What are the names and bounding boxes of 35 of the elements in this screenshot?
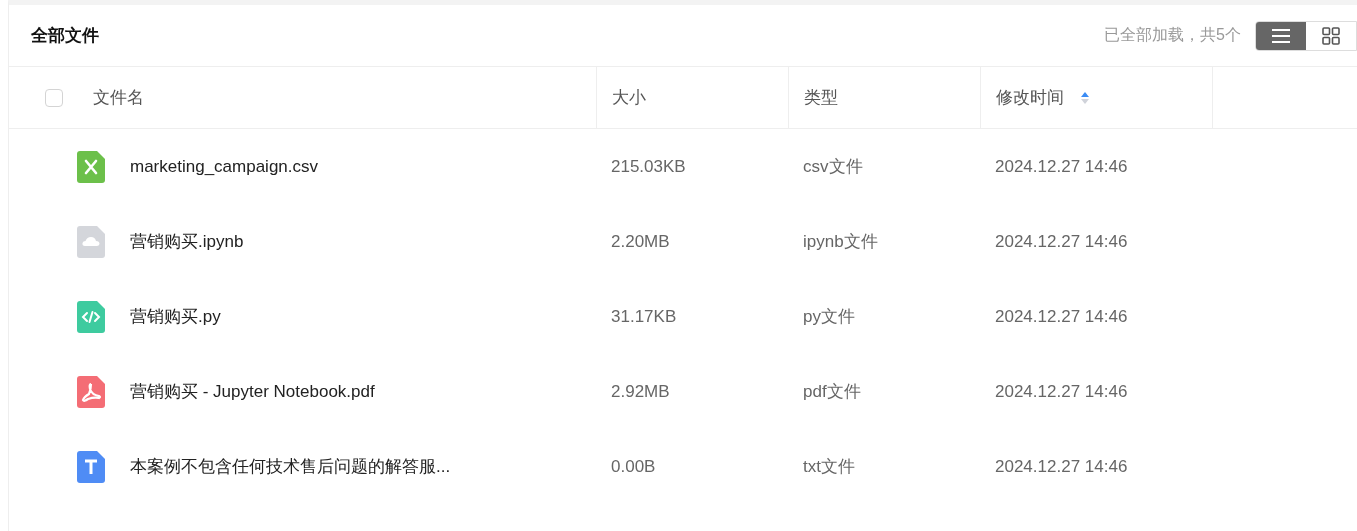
file-size: 2.20MB (611, 231, 670, 252)
list-view-button[interactable] (1256, 21, 1306, 50)
text-file-icon (77, 450, 105, 483)
file-size: 31.17KB (611, 306, 677, 327)
grid-icon (1322, 26, 1340, 45)
file-name[interactable]: marketing_campaign.csv (130, 156, 319, 177)
file-name[interactable]: 营销购买.ipynb (130, 230, 244, 253)
modified-time: 2024.12.27 14:46 (995, 231, 1128, 252)
file-type: pdf文件 (803, 381, 861, 403)
column-header[interactable]: 修改时间 (996, 86, 1064, 109)
column-header[interactable]: 类型 (804, 86, 838, 109)
code-file-icon (77, 300, 105, 333)
file-name[interactable]: 本案例不包含任何技术售后问题的解答服... (130, 455, 451, 478)
file-type: py文件 (803, 306, 855, 328)
column-header[interactable]: 文件名 (93, 86, 144, 109)
pdf-file-icon (77, 375, 105, 408)
spreadsheet-file-icon (77, 150, 105, 183)
modified-time: 2024.12.27 14:46 (995, 381, 1128, 402)
column-header[interactable]: 大小 (612, 86, 646, 109)
load-status: 已全部加载，共5个 (1104, 25, 1241, 45)
cloud-file-icon (77, 225, 105, 258)
modified-time: 2024.12.27 14:46 (995, 306, 1128, 327)
file-size: 215.03KB (611, 156, 686, 177)
file-name[interactable]: 营销购买 - Jupyter Notebook.pdf (130, 380, 375, 403)
modified-time: 2024.12.27 14:46 (995, 156, 1128, 177)
section-title: 全部文件 (31, 25, 99, 47)
select-all-checkbox[interactable] (45, 88, 63, 107)
file-name[interactable]: 营销购买.py (130, 305, 221, 328)
list-icon (1271, 27, 1291, 44)
file-type: ipynb文件 (803, 231, 878, 253)
file-type: txt文件 (803, 456, 855, 478)
modified-time: 2024.12.27 14:46 (995, 456, 1128, 477)
file-size: 0.00B (611, 456, 656, 477)
file-size: 2.92MB (611, 381, 670, 402)
file-type: csv文件 (803, 156, 863, 178)
